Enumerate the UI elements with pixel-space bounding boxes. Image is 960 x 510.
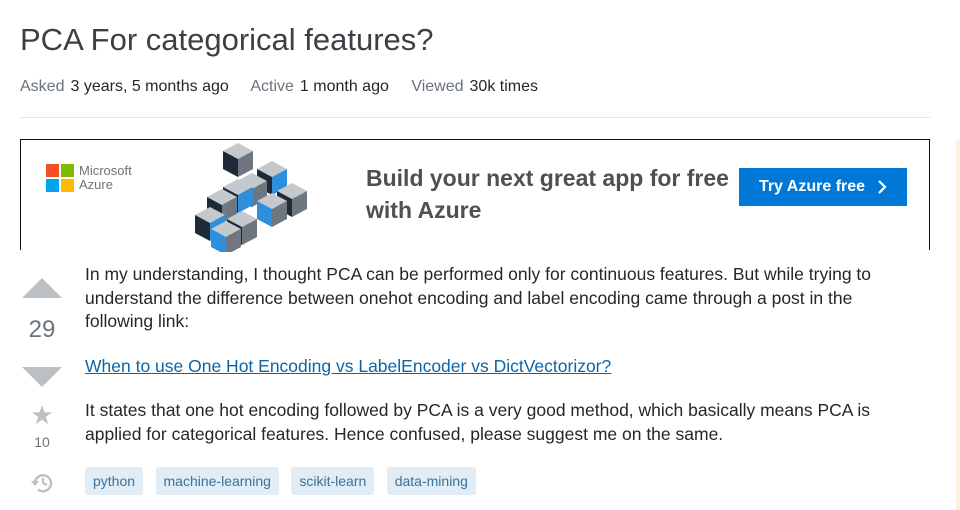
tag-python[interactable]: python [85,467,144,495]
post-paragraph-1: In my understanding, I thought PCA can b… [85,264,872,331]
question-meta: Asked 3 years, 5 months ago Active 1 month… [20,78,556,96]
favorite-count: 10 [34,434,50,450]
brand-line-2: Azure [79,177,113,192]
upvote-arrow-icon[interactable] [22,278,62,298]
microsoft-logo-icon [46,164,74,192]
active-label: Active [250,78,294,95]
history-icon[interactable] [30,472,54,494]
tag-data-mining[interactable]: data-mining [386,467,476,495]
tag-machine-learning[interactable]: machine-learning [155,467,279,495]
azure-advertisement[interactable]: Microsoft Azure Build your next great ap… [20,139,930,252]
cta-label: Try Azure free [758,178,866,195]
asked-value[interactable]: 3 years, 5 months ago [70,78,228,95]
chevron-right-icon [878,180,887,194]
viewed-value: 30k times [469,78,538,95]
sidebar-edge [956,140,960,510]
microsoft-azure-brand: Microsoft Azure [79,164,132,192]
post-paragraph-2: It states that one hot encoding followed… [85,400,871,444]
brand-line-1: Microsoft [79,163,132,178]
downvote-arrow-icon[interactable] [22,367,62,387]
question-title[interactable]: PCA For categorical features? [20,22,434,58]
cubes-illustration-icon [195,143,307,252]
tag-list: python machine-learning scikit-learn dat… [85,467,484,495]
viewed-label: Viewed [411,78,464,95]
active-value[interactable]: 1 month ago [300,78,389,95]
related-question-link[interactable]: When to use One Hot Encoding vs LabelEnc… [85,355,611,379]
ad-headline: Build your next great app for free with … [366,165,729,223]
asked-label: Asked [20,78,65,95]
tag-scikit-learn[interactable]: scikit-learn [291,467,375,495]
star-icon[interactable]: ★ [29,402,55,428]
try-azure-free-button[interactable]: Try Azure free [739,168,907,206]
header-divider [20,117,930,118]
vote-count: 29 [28,316,56,343]
